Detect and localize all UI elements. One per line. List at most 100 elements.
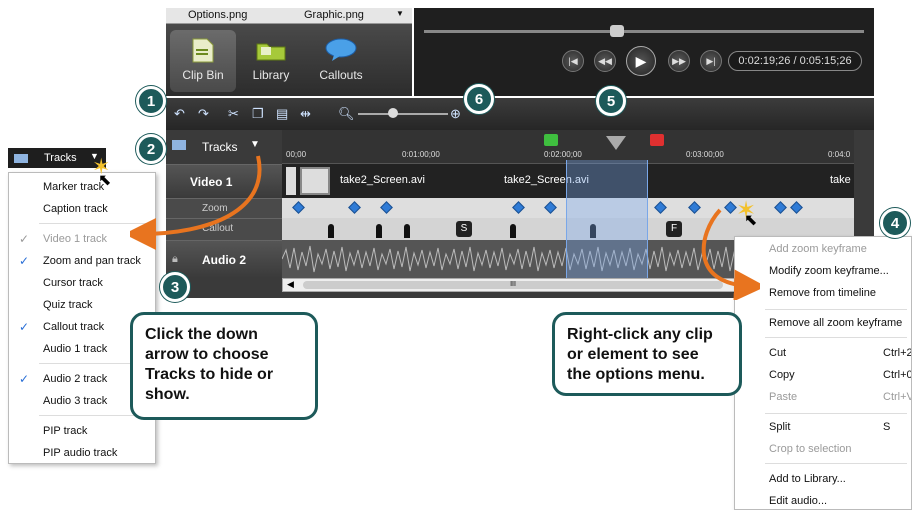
arrow-to-context-menu [701, 208, 760, 300]
context-menu-item-label: Copy [769, 369, 795, 381]
zoom-keyframe[interactable] [512, 201, 525, 214]
file-tab-graphic[interactable]: Graphic.png [304, 9, 364, 21]
context-menu-item-label: Cut [769, 347, 787, 359]
tracks-menu-item[interactable]: PIP audio track [9, 443, 155, 463]
step-badge-4: 4 [880, 208, 910, 238]
scrubber-handle[interactable] [610, 25, 624, 37]
tab-clip-bin[interactable]: Clip Bin [170, 30, 236, 92]
tracks-menu-item[interactable]: Cursor track [9, 273, 155, 293]
tracks-icon [14, 154, 28, 163]
zoom-keyframe[interactable] [790, 201, 803, 214]
step-badge-5: 5 [596, 86, 626, 116]
tracks-menu-title: Tracks [44, 152, 77, 164]
context-menu-item-label: Remove all zoom keyframe [769, 317, 903, 329]
context-menu-item: Add zoom keyframe [735, 239, 911, 259]
callout-marker[interactable] [510, 224, 516, 238]
split-icon[interactable]: ⇹ [300, 106, 311, 122]
zoom-keyframe[interactable] [348, 201, 361, 214]
context-menu-item-label: Add to Library... [769, 473, 846, 485]
tracks-menu-item-label: Caption track [43, 203, 108, 215]
clip-label[interactable]: take [830, 174, 851, 186]
context-menu-item: Paste Ctrl+V [735, 387, 911, 407]
context-menu-item[interactable]: Edit audio... [735, 491, 911, 510]
zoom-slider-thumb[interactable] [388, 108, 398, 118]
step-badge-3: 3 [160, 272, 190, 302]
timeline-selection[interactable] [566, 160, 648, 278]
tracks-menu-item[interactable]: ✓ Zoom and pan track [9, 251, 155, 271]
callout-bubble-icon [325, 38, 357, 61]
zoom-keyframe[interactable] [774, 201, 787, 214]
tracks-menu-item-label: PIP track [43, 425, 88, 437]
scroll-left-icon[interactable]: ◀ [287, 279, 294, 290]
context-menu-item[interactable]: Add to Library... [735, 469, 911, 489]
fast-forward-icon[interactable]: ▶▶ [668, 50, 690, 72]
skip-forward-icon[interactable]: ▶| [700, 50, 722, 72]
file-tab-strip: Options.png Graphic.png ▼ [166, 8, 412, 24]
scrollbar-thumb[interactable]: III [303, 281, 723, 289]
callout-marker[interactable] [328, 224, 334, 238]
playback-scrubber[interactable] [424, 30, 864, 33]
library-folder-icon [256, 43, 286, 61]
checkmark-icon: ✓ [19, 254, 30, 268]
context-menu-shortcut: Ctrl+V [883, 391, 911, 403]
cut-icon[interactable]: ✂ [228, 106, 239, 122]
clip-bin-icon [192, 38, 214, 63]
callout-marker[interactable] [404, 224, 410, 238]
skip-back-icon[interactable]: |◀ [562, 50, 584, 72]
tracks-menu-item-label: Video 1 track [43, 233, 108, 245]
start-marker[interactable] [544, 134, 558, 146]
timeline-ruler[interactable]: 00;00 0:01:00;00 0:02:00;00 0:03:00;00 0… [282, 130, 854, 164]
context-menu-item[interactable]: Split S [735, 417, 911, 437]
rightclick-tip-callout: Right-click any clip or element to see t… [552, 312, 742, 396]
lock-icon[interactable]: 🔒︎ [172, 253, 178, 266]
zoom-keyframe[interactable] [654, 201, 667, 214]
tracks-menu-item-label: PIP audio track [43, 447, 118, 459]
paste-icon[interactable]: ▤ [276, 106, 288, 122]
tracks-menu-item-label: Marker track [43, 181, 105, 193]
tracks-menu-item-label: Cursor track [43, 277, 103, 289]
context-menu-item[interactable]: Copy Ctrl+0 [735, 365, 911, 385]
tracks-icon [172, 140, 186, 150]
context-menu-item-label: Edit audio... [769, 495, 828, 507]
tracks-menu-item-label: Audio 2 track [43, 373, 108, 385]
mouse-cursor-icon: ⬉ [98, 172, 112, 189]
redo-icon[interactable]: ↷ [198, 106, 209, 122]
zoom-keyframe[interactable] [544, 201, 557, 214]
tab-library[interactable]: Library [238, 30, 304, 92]
callout-clip[interactable]: F [666, 221, 682, 237]
play-icon[interactable]: ▶ [626, 46, 656, 76]
copy-icon[interactable]: ❐ [252, 106, 264, 122]
menu-separator [765, 463, 907, 464]
tracks-menu-item-label: Zoom and pan track [43, 255, 141, 267]
context-menu: Add zoom keyframe Modify zoom keyframe...… [734, 236, 912, 510]
tracks-tip-callout: Click the down arrow to choose Tracks to… [130, 312, 318, 420]
callout-marker[interactable] [376, 224, 382, 238]
zoom-out-icon[interactable]: 🔍︎ [338, 106, 355, 122]
zoom-slider[interactable] [358, 113, 448, 115]
undo-icon[interactable]: ↶ [174, 106, 185, 122]
context-menu-item-label: Add zoom keyframe [769, 243, 867, 255]
zoom-in-icon[interactable]: ⊕ [450, 106, 461, 122]
tab-callouts[interactable]: Callouts [308, 30, 374, 92]
zoom-keyframe[interactable] [292, 201, 305, 214]
step-badge-6: 6 [464, 84, 494, 114]
ruler-tick: 0:01:00;00 [402, 150, 440, 159]
file-tab-options[interactable]: Options.png [188, 9, 247, 21]
context-menu-item[interactable]: Modify zoom keyframe... [735, 261, 911, 281]
callout-clip[interactable]: S [456, 221, 472, 237]
tab-dropdown-icon[interactable]: ▼ [396, 9, 404, 18]
tracks-dropdown-arrow[interactable]: ▼ [250, 139, 260, 150]
tracks-menu-item-label: Callout track [43, 321, 105, 333]
context-menu-item[interactable]: Remove from timeline [735, 283, 911, 303]
clip-label[interactable]: take2_Screen.avi [340, 174, 425, 186]
rewind-icon[interactable]: ◀◀ [594, 50, 616, 72]
checkmark-icon: ✓ [19, 372, 30, 386]
zoom-keyframe[interactable] [380, 201, 393, 214]
context-menu-item[interactable]: Remove all zoom keyframe [735, 313, 911, 333]
context-menu-item[interactable]: Cut Ctrl+2 [735, 343, 911, 363]
tracks-menu-item[interactable]: PIP track [9, 421, 155, 441]
playhead[interactable] [606, 136, 626, 150]
tracks-menu-item[interactable]: Quiz track [9, 295, 155, 315]
end-marker[interactable] [650, 134, 664, 146]
clip-bin-tabs: Clip Bin Library Callouts [166, 24, 412, 96]
